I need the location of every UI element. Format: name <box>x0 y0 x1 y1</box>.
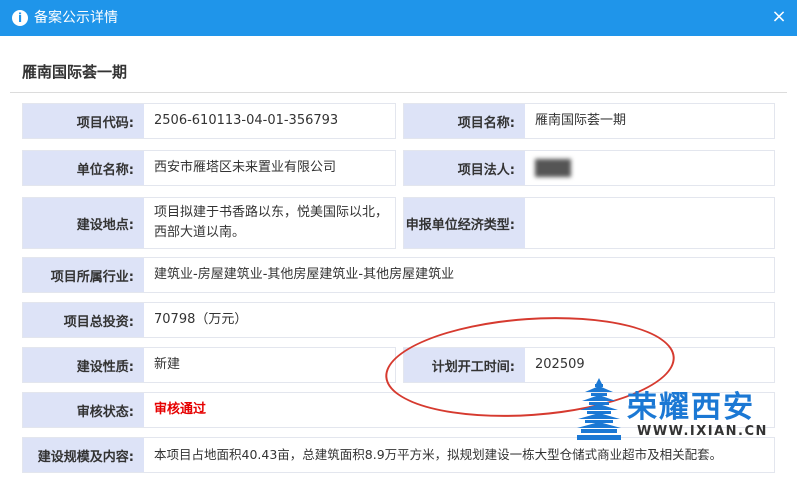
field-total-investment: 项目总投资: 70798（万元） <box>22 302 775 338</box>
field-value: 2506-610113-04-01-356793 <box>154 113 339 128</box>
field-label: 建设规模及内容: <box>23 438 144 472</box>
field-value <box>535 198 769 248</box>
page-title: 雁南国际荟一期 <box>22 63 128 81</box>
field-location: 建设地点: 项目拟建于书香路以东，悦美国际以北，西部大道以南。 <box>22 197 396 249</box>
field-value <box>535 151 769 185</box>
field-label: 计划开工时间: <box>404 348 525 382</box>
field-value: 202509 <box>535 357 585 372</box>
field-label: 项目总投资: <box>23 303 144 337</box>
field-label: 审核状态: <box>23 393 144 427</box>
watermark-logo: 荣耀西安 WWW.IXIAN.CN <box>577 378 777 448</box>
field-value: 雁南国际荟一期 <box>535 113 627 128</box>
info-icon: i <box>12 10 28 26</box>
field-label: 申报单位经济类型: <box>404 198 525 248</box>
field-industry: 项目所属行业: 建筑业-房屋建筑业-其他房屋建筑业-其他房屋建筑业 <box>22 257 775 293</box>
dialog-titlebar: i 备案公示详情 × <box>0 0 797 36</box>
field-label: 单位名称: <box>23 151 144 185</box>
field-legal-person: 项目法人: <box>403 150 775 186</box>
status-badge: 审核通过 <box>154 402 207 417</box>
field-value: 70798（万元） <box>154 312 248 327</box>
watermark-brand: 荣耀西安 <box>627 390 755 425</box>
field-label: 建设地点: <box>23 198 144 248</box>
close-icon[interactable]: × <box>769 7 789 27</box>
field-label: 项目法人: <box>404 151 525 185</box>
field-value: 新建 <box>154 357 181 372</box>
dialog-title: 备案公示详情 <box>34 10 118 26</box>
field-label: 建设性质: <box>23 348 144 382</box>
field-project-name: 项目名称: 雁南国际荟一期 <box>403 103 775 139</box>
field-value: 项目拟建于书香路以东，悦美国际以北，西部大道以南。 <box>154 205 389 240</box>
field-nature: 建设性质: 新建 <box>22 347 396 383</box>
field-economic-type: 申报单位经济类型: <box>403 197 775 249</box>
field-label: 项目所属行业: <box>23 258 144 292</box>
field-value: 西安市雁塔区未来置业有限公司 <box>154 160 337 175</box>
field-project-code: 项目代码: 2506-610113-04-01-356793 <box>22 103 396 139</box>
field-unit-name: 单位名称: 西安市雁塔区未来置业有限公司 <box>22 150 396 186</box>
field-label: 项目名称: <box>404 104 525 138</box>
field-label: 项目代码: <box>23 104 144 138</box>
pagoda-icon <box>577 378 621 440</box>
watermark-url: WWW.IXIAN.CN <box>637 424 768 439</box>
redacted-name <box>535 159 571 177</box>
divider <box>10 92 787 93</box>
field-value: 建筑业-房屋建筑业-其他房屋建筑业-其他房屋建筑业 <box>154 267 455 282</box>
